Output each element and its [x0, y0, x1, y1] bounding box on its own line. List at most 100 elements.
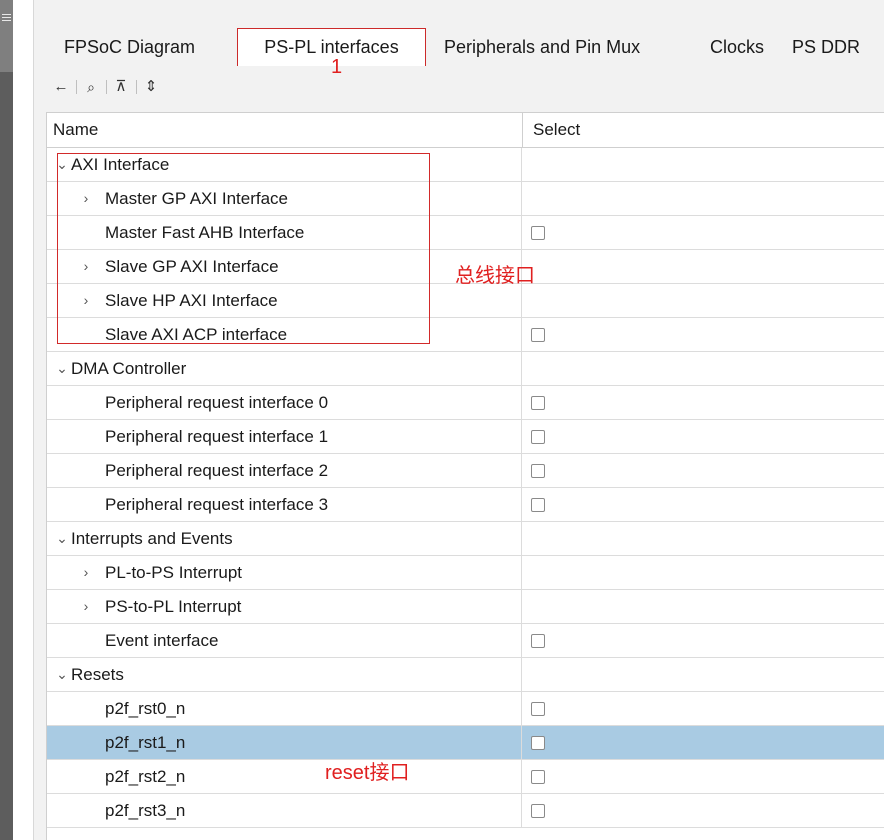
row-label: Master Fast AHB Interface [105, 223, 305, 242]
table-row[interactable]: ⌄ DMA Controller [47, 352, 884, 386]
column-header-select[interactable]: Select [533, 113, 580, 147]
row-label: Slave GP AXI Interface [105, 257, 279, 276]
name-cell: Peripheral request interface 1 [47, 420, 522, 453]
chevron-right-icon[interactable]: › [79, 182, 93, 215]
chevron-down-icon[interactable]: ⌄ [55, 352, 69, 385]
table-row[interactable]: p2f_rst2_n [47, 760, 884, 794]
table-row[interactable]: Peripheral request interface 2 [47, 454, 884, 488]
name-cell: › Slave HP AXI Interface [47, 284, 522, 317]
row-label: Peripheral request interface 3 [105, 495, 329, 514]
select-checkbox[interactable] [531, 770, 545, 784]
tab-bar: FPSoC Diagram PS-PL interfaces Periphera… [34, 28, 884, 66]
name-cell: Slave AXI ACP interface [47, 318, 522, 351]
expand-all-icon[interactable]: ⇕ [142, 76, 160, 98]
table-row[interactable]: Event interface [47, 624, 884, 658]
table-row[interactable]: Peripheral request interface 0 [47, 386, 884, 420]
name-cell: p2f_rst3_n [47, 794, 522, 827]
name-cell: Peripheral request interface 0 [47, 386, 522, 419]
row-label: Peripheral request interface 0 [105, 393, 329, 412]
chevron-right-icon[interactable]: › [79, 590, 93, 623]
select-checkbox[interactable] [531, 328, 545, 342]
tab-ps-ddr[interactable]: PS DDR [792, 28, 884, 66]
name-cell: ⌄ DMA Controller [47, 352, 522, 385]
select-checkbox[interactable] [531, 804, 545, 818]
name-cell: p2f_rst2_n [47, 760, 522, 793]
select-checkbox[interactable] [531, 464, 545, 478]
chevron-right-icon[interactable]: › [79, 284, 93, 317]
row-label: PL-to-PS Interrupt [105, 563, 243, 582]
select-checkbox[interactable] [531, 702, 545, 716]
table-row[interactable]: Peripheral request interface 1 [47, 420, 884, 454]
select-checkbox[interactable] [531, 634, 545, 648]
row-label: AXI Interface [71, 155, 170, 174]
row-label: p2f_rst1_n [105, 733, 186, 752]
annotation-reset-interface: reset接口 [325, 762, 410, 784]
name-cell: › Master GP AXI Interface [47, 182, 522, 215]
hamburger-menu-icon[interactable] [2, 14, 11, 24]
side-strip [13, 0, 34, 840]
table-row[interactable]: › PS-to-PL Interrupt [47, 590, 884, 624]
toolbar-divider [106, 80, 107, 94]
chevron-down-icon[interactable]: ⌄ [55, 658, 69, 691]
tab-clocks[interactable]: Clocks [710, 28, 780, 66]
chevron-right-icon[interactable]: › [79, 556, 93, 589]
toolbar-divider [136, 80, 137, 94]
row-label: Peripheral request interface 2 [105, 461, 329, 480]
row-label: PS-to-PL Interrupt [105, 597, 242, 616]
back-arrow-icon[interactable]: ← [52, 76, 70, 98]
row-label: Resets [71, 665, 124, 684]
table-body: ⌄ AXI Interface › Master GP AXI Interface Ma… [47, 148, 884, 828]
name-cell: p2f_rst0_n [47, 692, 522, 725]
gutter-header [0, 0, 13, 72]
interfaces-tree-table: Name Select ⌄ AXI Interface › Master GP AXI… [46, 112, 884, 840]
table-row[interactable]: p2f_rst3_n [47, 794, 884, 828]
column-divider[interactable] [522, 113, 523, 147]
name-cell: Peripheral request interface 3 [47, 488, 522, 521]
chevron-down-icon[interactable]: ⌄ [55, 522, 69, 555]
row-label: Interrupts and Events [71, 529, 233, 548]
row-label: p2f_rst2_n [105, 767, 186, 786]
select-checkbox[interactable] [531, 226, 545, 240]
name-cell: ⌄ Resets [47, 658, 522, 691]
table-row[interactable]: › Slave HP AXI Interface [47, 284, 884, 318]
row-label: p2f_rst0_n [105, 699, 186, 718]
table-row[interactable]: Slave AXI ACP interface [47, 318, 884, 352]
name-cell: ⌄ AXI Interface [47, 148, 522, 181]
annotation-bus-interface: 总线接口 [455, 265, 535, 287]
select-checkbox[interactable] [531, 736, 545, 750]
table-row[interactable]: Peripheral request interface 3 [47, 488, 884, 522]
table-row[interactable]: p2f_rst0_n [47, 692, 884, 726]
tab-peripherals-and-pin-mux[interactable]: Peripherals and Pin Mux [444, 28, 694, 66]
table-header: Name Select [47, 113, 884, 148]
select-checkbox[interactable] [531, 396, 545, 410]
table-row[interactable]: Master Fast AHB Interface [47, 216, 884, 250]
name-cell: Master Fast AHB Interface [47, 216, 522, 249]
name-cell: Event interface [47, 624, 522, 657]
name-cell: Peripheral request interface 2 [47, 454, 522, 487]
table-row[interactable]: › PL-to-PS Interrupt [47, 556, 884, 590]
left-gutter [0, 0, 13, 840]
chevron-right-icon[interactable]: › [79, 250, 93, 283]
row-label: Event interface [105, 631, 219, 650]
block-design-panel: FPSoC Diagram PS-PL interfaces Periphera… [34, 0, 884, 840]
table-row[interactable]: ⌄ Interrupts and Events [47, 522, 884, 556]
tab-fpsoc-diagram[interactable]: FPSoC Diagram [64, 28, 224, 66]
name-cell: › PL-to-PS Interrupt [47, 556, 522, 589]
table-row[interactable]: ⌄ Resets [47, 658, 884, 692]
select-checkbox[interactable] [531, 430, 545, 444]
search-icon[interactable]: ⌕ [82, 76, 100, 98]
chevron-down-icon[interactable]: ⌄ [55, 148, 69, 181]
row-label: Slave AXI ACP interface [105, 325, 288, 344]
tree-toolbar: ← ⌕ ⊼ ⇕ [34, 72, 884, 102]
table-row[interactable]: › Master GP AXI Interface [47, 182, 884, 216]
collapse-all-icon[interactable]: ⊼ [112, 76, 130, 98]
name-cell: ⌄ Interrupts and Events [47, 522, 522, 555]
row-label: Slave HP AXI Interface [105, 291, 278, 310]
select-checkbox[interactable] [531, 498, 545, 512]
table-row[interactable]: p2f_rst1_n [47, 726, 884, 760]
name-cell: › Slave GP AXI Interface [47, 250, 522, 283]
app-window: FPSoC Diagram PS-PL interfaces Periphera… [0, 0, 884, 840]
row-label: DMA Controller [71, 359, 187, 378]
table-row[interactable]: ⌄ AXI Interface [47, 148, 884, 182]
column-header-name[interactable]: Name [53, 113, 98, 147]
